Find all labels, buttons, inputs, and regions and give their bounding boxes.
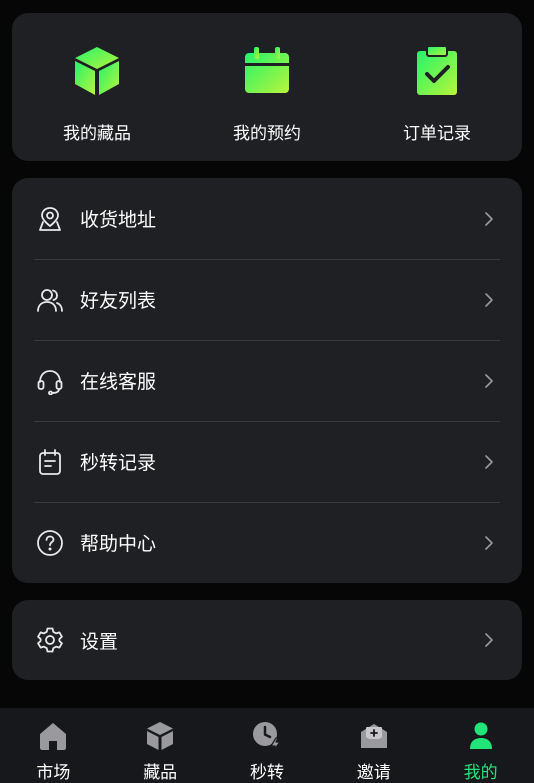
menu-item-friends[interactable]: 好友列表	[12, 259, 522, 340]
menu-item-label: 在线客服	[80, 371, 157, 393]
my-collections-button[interactable]: 我的藏品	[12, 13, 182, 161]
location-pin-icon	[36, 205, 64, 233]
tab-transfer[interactable]: 秒转	[214, 708, 321, 783]
cube-icon	[144, 720, 176, 752]
menu-item-label: 收货地址	[80, 209, 157, 231]
headset-icon	[36, 367, 64, 395]
menu-item-settings[interactable]: 设置	[12, 600, 522, 680]
home-icon	[37, 720, 69, 752]
chevron-right-icon	[484, 211, 494, 227]
menu-item-label: 好友列表	[80, 290, 157, 312]
envelope-plus-icon	[358, 720, 390, 752]
tab-invite[interactable]: 邀请	[320, 708, 427, 783]
tab-label: 市场	[36, 763, 71, 783]
settings-label: 设置	[80, 630, 119, 653]
order-history-label: 订单记录	[403, 124, 471, 144]
tab-label: 邀请	[356, 763, 391, 783]
cube-icon	[69, 43, 125, 99]
my-collections-label: 我的藏品	[63, 124, 131, 144]
my-reservations-button[interactable]: 我的预约	[182, 13, 352, 161]
settings-card: 设置	[12, 600, 522, 680]
calendar-icon	[239, 43, 295, 99]
menu-item-label: 秒转记录	[80, 452, 157, 474]
menu-item-label: 帮助中心	[80, 533, 157, 555]
tab-collections[interactable]: 藏品	[107, 708, 214, 783]
menu-item-customer-service[interactable]: 在线客服	[12, 340, 522, 421]
tab-label: 我的	[463, 763, 498, 783]
gear-icon	[36, 626, 64, 654]
chevron-right-icon	[484, 373, 494, 389]
tab-market[interactable]: 市场	[0, 708, 107, 783]
menu-item-help-center[interactable]: 帮助中心	[12, 502, 522, 583]
menu-list-card: 收货地址 好友列表 在线客服 秒转记录 帮助中心	[12, 178, 522, 583]
menu-item-transfer-records[interactable]: 秒转记录	[12, 421, 522, 502]
bottom-tab-bar: 市场 藏品 秒转 邀请 我的	[0, 708, 534, 783]
calendar-note-icon	[36, 448, 64, 476]
tab-label: 藏品	[143, 763, 178, 783]
help-circle-icon	[36, 529, 64, 557]
chevron-right-icon	[484, 535, 494, 551]
user-icon	[465, 720, 497, 752]
chevron-right-icon	[484, 454, 494, 470]
quick-actions-card: 我的藏品 我的预约 订单记录	[12, 13, 522, 161]
my-reservations-label: 我的预约	[233, 124, 301, 144]
chevron-right-icon	[484, 632, 494, 648]
tab-profile[interactable]: 我的	[427, 708, 534, 783]
users-icon	[36, 286, 64, 314]
menu-item-address[interactable]: 收货地址	[12, 178, 522, 259]
clipboard-check-icon	[409, 43, 465, 99]
tab-label: 秒转	[249, 763, 284, 783]
order-history-button[interactable]: 订单记录	[352, 13, 522, 161]
clock-bolt-icon	[251, 720, 283, 752]
chevron-right-icon	[484, 292, 494, 308]
